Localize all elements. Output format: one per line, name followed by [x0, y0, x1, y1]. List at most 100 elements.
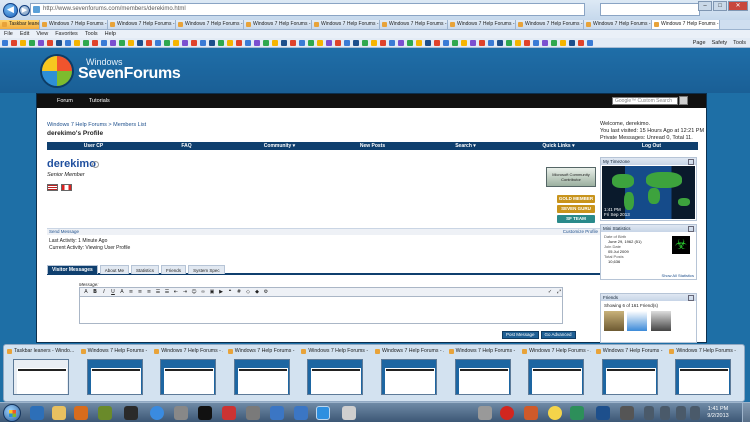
settings-icon[interactable]: ⚙	[263, 289, 269, 295]
forum-nav-item[interactable]: User CP	[47, 142, 140, 150]
app-icon[interactable]	[174, 406, 188, 420]
app-icon[interactable]	[150, 406, 164, 420]
align-left-icon[interactable]: ≡	[128, 289, 134, 295]
favorite-link-icon[interactable]	[254, 39, 260, 46]
forum-nav-item[interactable]: Quick Links ▾	[512, 142, 605, 150]
forum-nav-item[interactable]: Search ▾	[419, 142, 512, 150]
forum-nav-item[interactable]: Community ▾	[233, 142, 326, 150]
browser-tab[interactable]: Windows 7 Help Forums - Vi...	[380, 20, 448, 29]
link-icon[interactable]: ∞	[200, 289, 206, 295]
maximize-button[interactable]: □	[713, 1, 727, 11]
command-page[interactable]: Page	[693, 39, 706, 47]
bold-icon[interactable]: B	[92, 289, 98, 295]
app-icon[interactable]	[524, 406, 538, 420]
timezone-header[interactable]: My Timezone	[601, 158, 696, 165]
favorite-link-icon[interactable]	[281, 39, 287, 46]
recycle-bin-icon[interactable]	[478, 406, 492, 420]
app-icon[interactable]	[570, 406, 584, 420]
favorite-link-icon[interactable]	[353, 39, 359, 46]
favorite-link-icon[interactable]	[416, 39, 422, 46]
favorite-link-icon[interactable]	[272, 39, 278, 46]
video-icon[interactable]: ▶	[218, 289, 224, 295]
command-safety[interactable]: Safety	[712, 39, 728, 47]
go-advanced-button[interactable]: Go Advanced	[540, 331, 576, 339]
outdent-icon[interactable]: ⇤	[173, 289, 179, 295]
favorite-link-icon[interactable]	[443, 39, 449, 46]
breadcrumb-link[interactable]: Windows 7 Help Forums > Members List	[47, 122, 146, 128]
browser-tab[interactable]: Windows 7 Help Forums - Vi...	[516, 20, 584, 29]
browser-tab[interactable]: Windows 7 Help Forums - Vi...	[312, 20, 380, 29]
customize-profile-link[interactable]: Customize Profile	[563, 229, 598, 235]
tray-icon[interactable]	[660, 406, 670, 420]
favorite-link-icon[interactable]	[245, 39, 251, 46]
menu-file[interactable]: File	[4, 30, 13, 38]
unordered-list-icon[interactable]: ☰	[164, 289, 170, 295]
message-textarea[interactable]	[79, 297, 563, 324]
browser-tab[interactable]: Taskbar leaners - Windo...	[0, 20, 40, 29]
browser-tab[interactable]: Windows 7 Help Forums - Vi...	[108, 20, 176, 29]
media-player-icon[interactable]	[74, 406, 88, 420]
favorite-link-icon[interactable]	[587, 39, 593, 46]
favorite-link-icon[interactable]	[335, 39, 341, 46]
ordered-list-icon[interactable]: ☰	[155, 289, 161, 295]
favorite-link-icon[interactable]	[425, 39, 431, 46]
favorite-link-icon[interactable]	[452, 39, 458, 46]
italic-icon[interactable]: I	[101, 289, 107, 295]
tray-icon[interactable]	[644, 406, 654, 420]
text-color-icon[interactable]: A	[119, 289, 125, 295]
favorite-link-icon[interactable]	[551, 39, 557, 46]
private-messages-line[interactable]: Private Messages: Unread 0, Total 11.	[600, 135, 705, 142]
menu-view[interactable]: View	[36, 30, 48, 38]
friend-avatar[interactable]	[627, 311, 648, 331]
back-button[interactable]: ◀	[3, 2, 18, 18]
smiley-icon[interactable]: ☺	[191, 289, 197, 295]
favorite-link-icon[interactable]	[119, 39, 125, 46]
favorite-link-icon[interactable]	[146, 39, 152, 46]
favorite-link-icon[interactable]	[137, 39, 143, 46]
window-thumbnail[interactable]: Windows 7 Help Forums - ...	[593, 345, 667, 401]
favorite-link-icon[interactable]	[434, 39, 440, 46]
explorer-icon[interactable]	[52, 406, 66, 420]
favorite-link-icon[interactable]	[110, 39, 116, 46]
favorite-link-icon[interactable]	[371, 39, 377, 46]
indent-icon[interactable]: ⇥	[182, 289, 188, 295]
favorite-link-icon[interactable]	[38, 39, 44, 46]
favorite-link-icon[interactable]	[2, 39, 8, 46]
favorite-link-icon[interactable]	[218, 39, 224, 46]
app-icon[interactable]	[548, 406, 562, 420]
favorite-link-icon[interactable]	[308, 39, 314, 46]
forum-nav-item[interactable]: Log Out	[605, 142, 698, 150]
profile-tab[interactable]: Statistics	[131, 265, 160, 274]
volume-icon[interactable]	[690, 406, 700, 420]
friend-avatar[interactable]	[604, 311, 624, 331]
favorite-link-icon[interactable]	[83, 39, 89, 46]
favorite-link-icon[interactable]	[155, 39, 161, 46]
menu-favorites[interactable]: Favorites	[55, 30, 78, 38]
site-search-input[interactable]: Google™ Custom Search	[612, 97, 678, 105]
window-thumbnail[interactable]: Windows 7 Help Forums - ...	[151, 345, 225, 401]
favorite-link-icon[interactable]	[182, 39, 188, 46]
site-search-button[interactable]	[679, 96, 688, 105]
browser-tab[interactable]: Windows 7 Help Forums - Vi...	[448, 20, 516, 29]
favorite-link-icon[interactable]	[164, 39, 170, 46]
app-icon[interactable]	[620, 406, 634, 420]
profile-tab[interactable]: System Spec	[188, 265, 225, 274]
cmd-icon[interactable]	[198, 406, 212, 420]
app-icon[interactable]	[294, 406, 308, 420]
favorite-link-icon[interactable]	[20, 39, 26, 46]
favorite-link-icon[interactable]	[542, 39, 548, 46]
window-thumbnail[interactable]: Windows 7 Help Forums - ...	[78, 345, 152, 401]
app-icon[interactable]	[124, 406, 138, 420]
app-icon[interactable]	[342, 406, 356, 420]
window-thumbnail[interactable]: Windows 7 Help Forums - ...	[225, 345, 299, 401]
favorite-link-icon[interactable]	[407, 39, 413, 46]
favorite-link-icon[interactable]	[65, 39, 71, 46]
favorite-link-icon[interactable]	[344, 39, 350, 46]
close-window-button[interactable]: ✕	[728, 1, 748, 11]
app-icon[interactable]	[98, 406, 112, 420]
menu-tools[interactable]: Tools	[85, 30, 98, 38]
align-right-icon[interactable]: ≡	[146, 289, 152, 295]
favorite-link-icon[interactable]	[56, 39, 62, 46]
app-icon[interactable]	[246, 406, 260, 420]
font-icon[interactable]: A	[83, 289, 89, 295]
